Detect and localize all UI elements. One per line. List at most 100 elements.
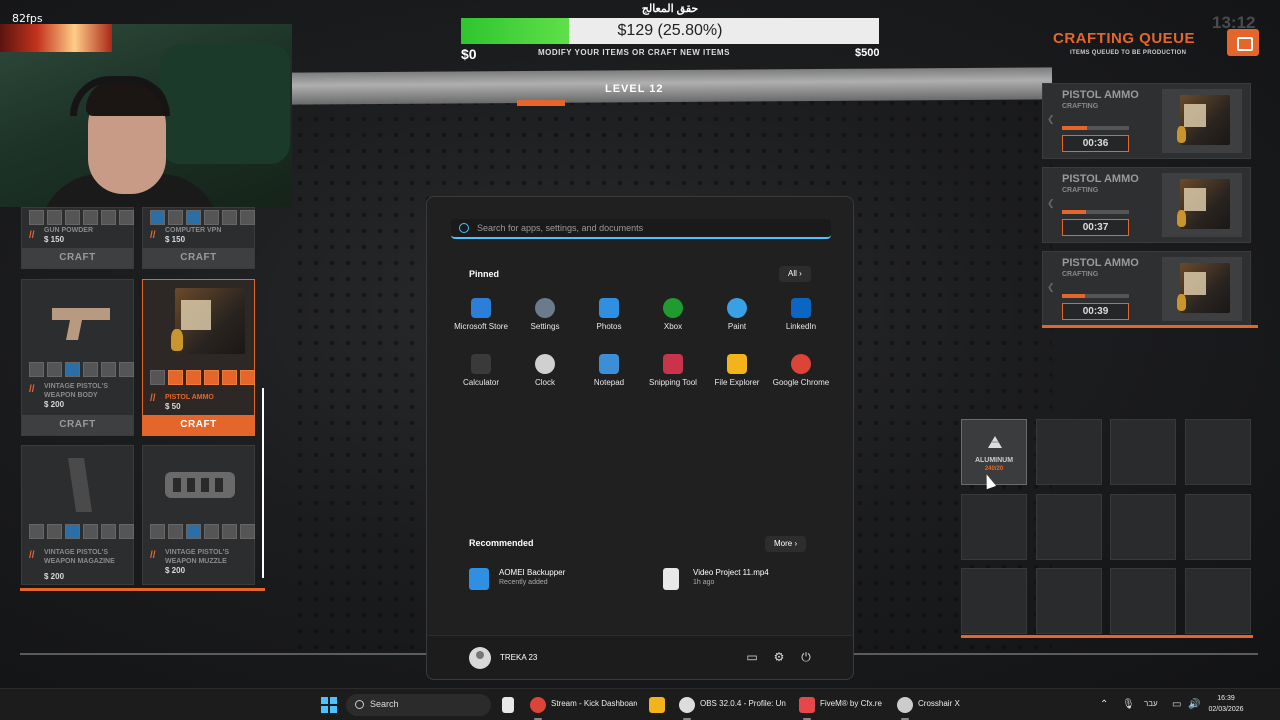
recommended-title: Recommended <box>469 538 534 548</box>
craft-card[interactable]: // GUN POWDER $ 150 CRAFT <box>21 207 134 269</box>
craft-button[interactable]: CRAFT <box>143 415 254 435</box>
linkedin-icon <box>791 298 811 318</box>
windows-start-icon[interactable] <box>321 697 337 713</box>
muzzle-image <box>143 454 254 516</box>
pinned-app-photos[interactable]: Photos <box>577 295 641 335</box>
inventory-slot[interactable] <box>1110 419 1176 485</box>
queue-item-name: PISTOL AMMO <box>1062 89 1139 101</box>
taskbar-search[interactable]: Search <box>346 694 491 716</box>
chevron-right-icon: › <box>794 539 798 548</box>
folder-icon <box>727 354 747 374</box>
taskbar-item-file[interactable] <box>502 693 522 717</box>
inventory-slot[interactable] <box>1110 568 1176 634</box>
inventory-slot[interactable] <box>1036 494 1102 560</box>
craft-button[interactable]: CRAFT <box>22 415 133 435</box>
craft-card-name: PISTOL AMMO <box>165 394 214 401</box>
microphone-icon[interactable]: 🎙 <box>1122 699 1135 710</box>
notepad-icon <box>599 354 619 374</box>
craft-card[interactable]: // VINTAGE PISTOL'S WEAPON MUZZLE $ 200 <box>142 445 255 585</box>
user-name[interactable]: TREKA 23 <box>500 653 537 662</box>
queue-item[interactable]: ❮ PISTOL AMMO CRAFTING 00:39 <box>1042 251 1251 327</box>
inventory-slot[interactable]: ALUMINUM 240/20 <box>961 419 1027 485</box>
taskbar-item-fivem[interactable]: FiveM® by Cfx.re <box>799 693 889 720</box>
recommended-item[interactable]: Video Project 11.mp4 1h ago <box>663 564 833 594</box>
taskbar-item-file-explorer[interactable] <box>649 693 669 717</box>
inventory-slot[interactable] <box>961 494 1027 560</box>
pinned-app-label: Google Chrome <box>772 378 830 387</box>
inventory-slot[interactable] <box>1185 568 1251 634</box>
pistol-body-image <box>22 294 133 356</box>
queue-item-state: CRAFTING <box>1062 271 1099 278</box>
progress-bar: $129 (25.80%) <box>461 18 879 44</box>
pinned-app-snipping-tool[interactable]: Snipping Tool <box>641 351 705 391</box>
language-indicator[interactable]: עבר <box>1144 699 1158 708</box>
chevron-left-icon: ❮ <box>1047 282 1055 292</box>
more-button[interactable]: More › <box>765 536 807 552</box>
craft-card[interactable]: // COMPUTER VPN $ 150 CRAFT <box>142 207 255 269</box>
inventory-slot[interactable] <box>1036 419 1102 485</box>
taskbar-item-chrome[interactable]: Stream - Kick Dashboard <box>530 693 638 720</box>
gear-icon[interactable]: ⚙ <box>772 650 786 664</box>
all-apps-button[interactable]: All › <box>779 266 811 282</box>
level-label: LEVEL 12 <box>605 83 664 95</box>
queue-item-image <box>1162 173 1242 237</box>
start-search-input[interactable] <box>477 219 817 237</box>
inventory-slot[interactable] <box>1110 494 1176 560</box>
pinned-app-microsoft-store[interactable]: Microsoft Store <box>449 295 513 335</box>
queue-item-progress <box>1062 294 1129 298</box>
volume-icon[interactable]: 🔊 <box>1188 699 1200 710</box>
craft-card[interactable]: // VINTAGE PISTOL'S WEAPON MAGAZINE $ 20… <box>21 445 134 585</box>
pinned-app-google-chrome[interactable]: Google Chrome <box>769 351 833 391</box>
pinned-app-notepad[interactable]: Notepad <box>577 351 641 391</box>
start-search-box[interactable] <box>451 219 831 239</box>
folder-icon[interactable]: ▭ <box>745 650 759 664</box>
network-icon[interactable]: ▭ <box>1172 699 1181 710</box>
pinned-app-label: Snipping Tool <box>649 378 697 387</box>
taskbar-item-crosshair[interactable]: Crosshair X <box>897 693 967 720</box>
pinned-app-calculator[interactable]: Calculator <box>449 351 513 391</box>
craft-card-selected[interactable]: // PISTOL AMMO $ 50 CRAFT <box>142 279 255 436</box>
queue-item[interactable]: ❮ PISTOL AMMO CRAFTING 00:36 <box>1042 83 1251 159</box>
power-icon[interactable]: ⏻ <box>799 650 813 664</box>
queue-item[interactable]: ❮ PISTOL AMMO CRAFTING 00:37 <box>1042 167 1251 243</box>
pinned-app-settings[interactable]: Settings <box>513 295 577 335</box>
queue-accent <box>1042 325 1258 328</box>
store-icon <box>471 298 491 318</box>
craft-panel-accent <box>20 588 265 591</box>
inventory-item-name: ALUMINUM <box>974 457 1014 464</box>
recommended-item-sub: Recently added <box>499 579 548 586</box>
inventory-slot[interactable] <box>961 568 1027 634</box>
pinned-app-paint[interactable]: Paint <box>705 295 769 335</box>
queue-title: CRAFTING QUEUE <box>1053 30 1195 47</box>
inventory-slot[interactable] <box>1185 494 1251 560</box>
craft-button[interactable]: CRAFT <box>143 248 254 268</box>
craft-card-price: $ 150 <box>44 235 65 244</box>
inventory-slot[interactable] <box>1185 419 1251 485</box>
queue-item-progress <box>1062 210 1129 214</box>
recommended-item[interactable]: AOMEI Backupper Recently added <box>469 564 639 594</box>
queue-item-name: PISTOL AMMO <box>1062 257 1139 269</box>
pinned-app-label: Microsoft Store <box>454 322 508 331</box>
inventory-slot[interactable] <box>1036 568 1102 634</box>
calculator-icon <box>471 354 491 374</box>
taskbar-item-obs[interactable]: OBS 32.0.4 - Profile: Unt <box>679 693 787 720</box>
craft-card[interactable]: // VINTAGE PISTOL'S WEAPON BODY $ 200 CR… <box>21 279 134 436</box>
file-icon <box>502 697 514 713</box>
inventory-item-count: 240/20 <box>984 466 1004 472</box>
system-clock[interactable]: 16:39 02/03/2026 <box>1208 693 1244 715</box>
queue-subtitle: ITEMS QUEUED TO BE PRODUCTION <box>1070 50 1187 56</box>
pinned-app-xbox[interactable]: Xbox <box>641 295 705 335</box>
chevron-up-icon[interactable]: ⌃ <box>1100 699 1108 710</box>
taskbar-item-label: OBS 32.0.4 - Profile: Unt <box>700 699 786 708</box>
pinned-app-label: Calculator <box>462 378 499 387</box>
queue-item-timer: 00:37 <box>1062 219 1129 236</box>
avatar[interactable] <box>469 647 491 669</box>
craft-panel-scrollbar[interactable] <box>262 388 264 578</box>
pinned-app-linkedin[interactable]: LinkedIn <box>769 295 833 335</box>
craft-button[interactable]: CRAFT <box>22 248 133 268</box>
taskbar: Search Stream - Kick Dashboard OBS 32.0.… <box>0 688 1280 720</box>
pinned-app-file-explorer[interactable]: File Explorer <box>705 351 769 391</box>
recommended-item-name: Video Project 11.mp4 <box>693 568 769 577</box>
pinned-app-clock[interactable]: Clock <box>513 351 577 391</box>
level-accent <box>517 100 565 106</box>
